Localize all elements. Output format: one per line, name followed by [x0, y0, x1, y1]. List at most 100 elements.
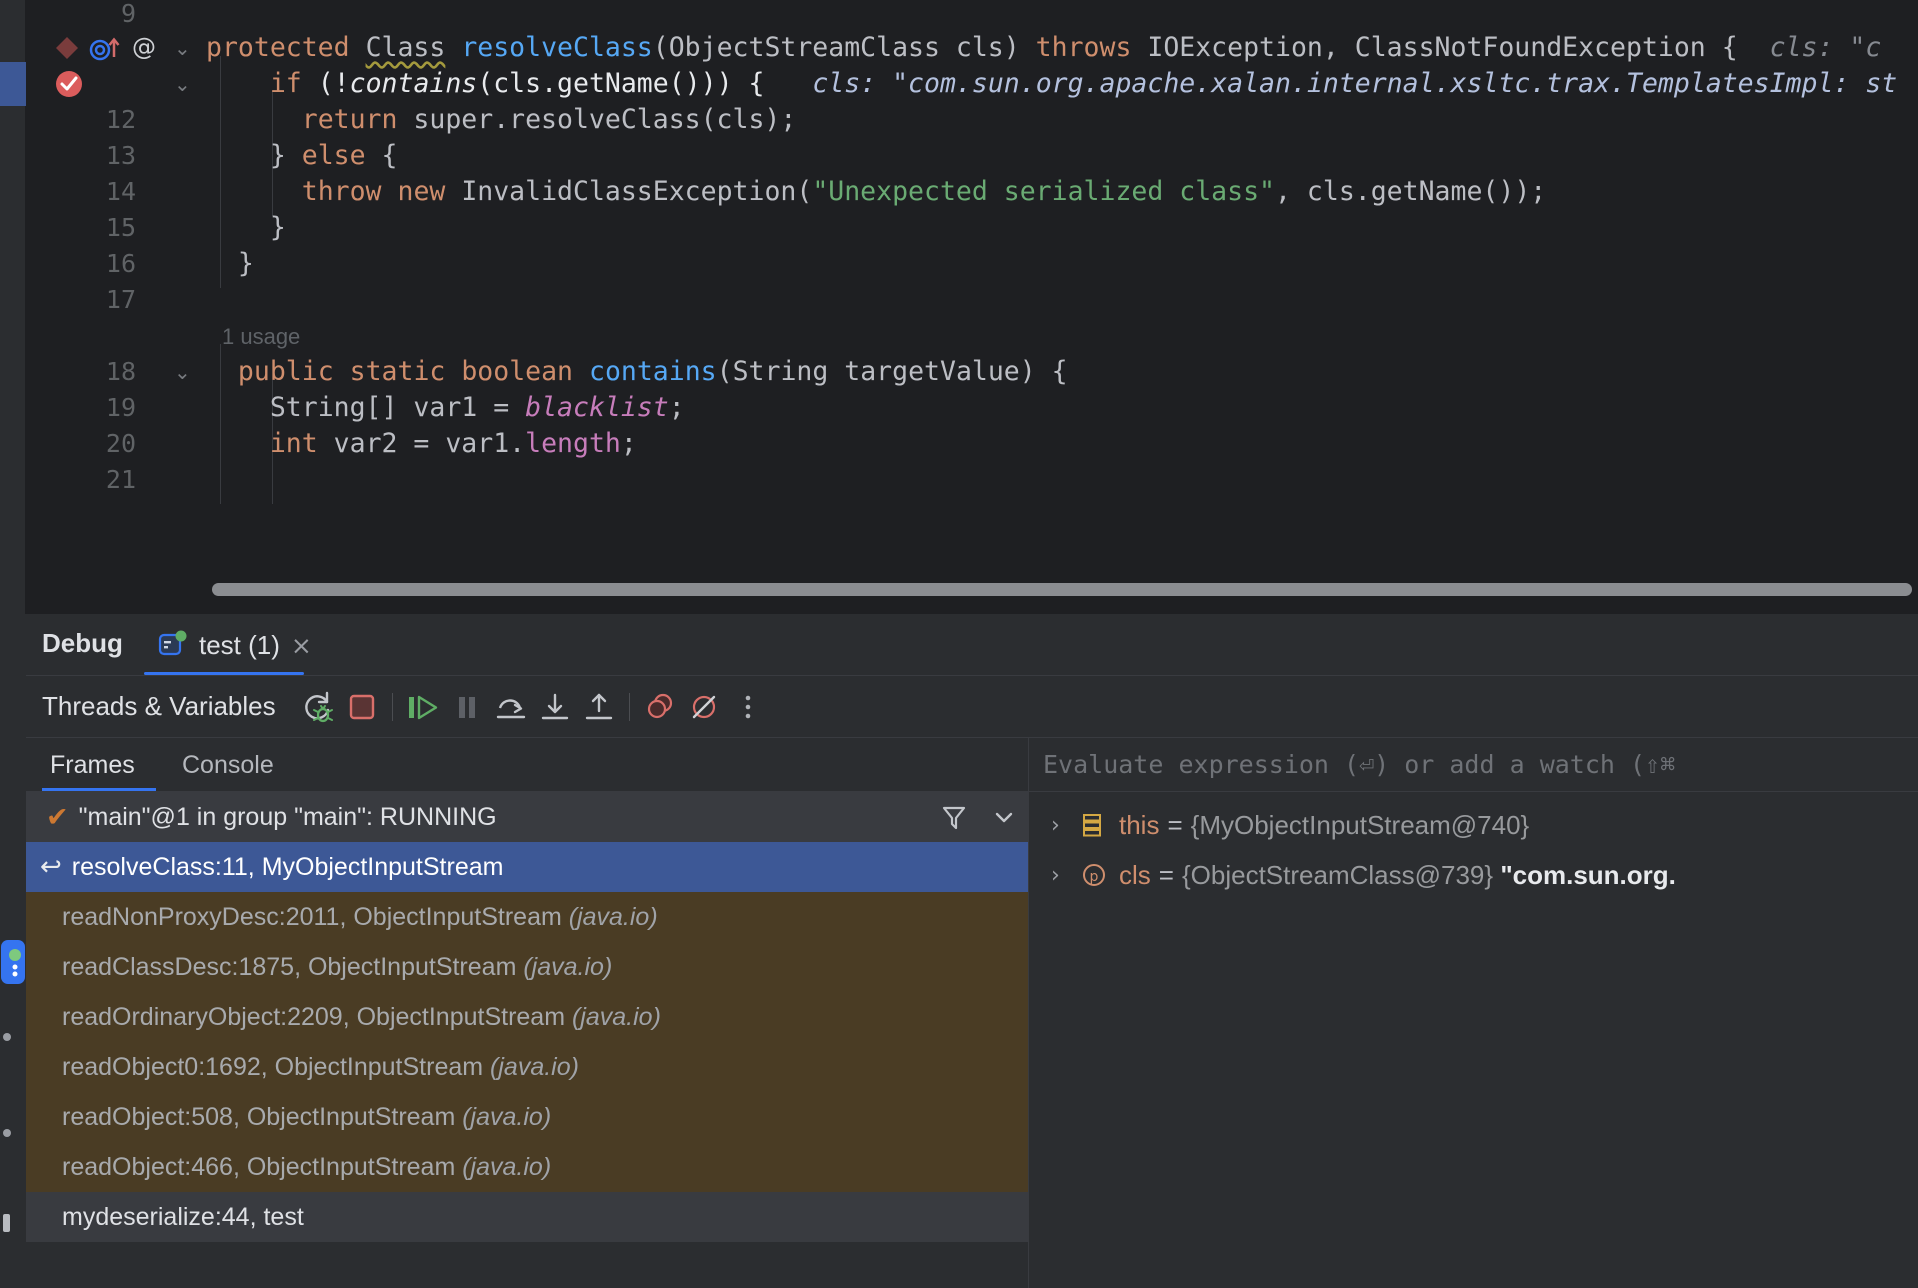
- parameter-icon: p: [1081, 862, 1119, 888]
- token-punct: }: [269, 212, 286, 243]
- code-text-area[interactable]: protected Class resolveClass(ObjectStrea…: [206, 0, 1918, 614]
- token-type: Class: [365, 32, 446, 63]
- token-rest: IOException, ClassNotFoundException {: [1131, 32, 1738, 63]
- variable-value: {ObjectStreamClass@739}: [1181, 859, 1494, 890]
- stop-button[interactable]: [340, 685, 384, 729]
- token-keyword: protected: [206, 32, 350, 63]
- filter-funnel-icon[interactable]: [940, 803, 968, 831]
- frame-label: readNonProxyDesc:2011, ObjectInputStream: [62, 902, 562, 931]
- rerun-debug-button[interactable]: [296, 685, 340, 729]
- variables-panel[interactable]: › this = {MyObjectInputStream@740} › p c…: [1029, 792, 1918, 1288]
- step-over-button[interactable]: [489, 685, 533, 729]
- token-punct: ;: [620, 428, 637, 459]
- frame-row[interactable]: readObject:508, ObjectInputStream (java.…: [26, 1092, 1028, 1142]
- debug-toolbar: Threads & Variables: [26, 676, 1918, 738]
- diamond-breakpoint-icon[interactable]: [54, 35, 80, 61]
- frame-package: (java.io): [490, 1052, 579, 1081]
- thread-selector[interactable]: ✔ "main"@1 in group "main": RUNNING: [26, 792, 1028, 842]
- frame-label: readObject:508, ObjectInputStream: [62, 1102, 456, 1131]
- frame-label: mydeserialize:44, test: [62, 1202, 304, 1231]
- frame-package: (java.io): [462, 1102, 552, 1131]
- frame-row[interactable]: readObject0:1692, ObjectInputStream (jav…: [26, 1042, 1028, 1092]
- expand-chevron-icon[interactable]: ›: [1051, 863, 1081, 888]
- terminal-tool-window-button[interactable]: [3, 1124, 24, 1142]
- code-line: }: [206, 242, 1918, 286]
- token-rest: (String targetValue) {: [716, 356, 1068, 387]
- frames-list[interactable]: ↩ resolveClass:11, MyObjectInputStream r…: [26, 842, 1028, 1288]
- overriding-method-icon[interactable]: [88, 35, 122, 61]
- frame-label: readObject:466, ObjectInputStream: [62, 1152, 456, 1181]
- token-rest: String[] var1 =: [269, 392, 526, 423]
- code-fold-toggle[interactable]: ⌄: [174, 350, 191, 394]
- token-rest: var2 = var1.: [317, 428, 526, 459]
- token-keyword: public: [237, 356, 334, 387]
- line-number: 17: [105, 285, 136, 314]
- chevron-down-icon[interactable]: [990, 803, 1018, 831]
- frame-row[interactable]: readNonProxyDesc:2011, ObjectInputStream…: [26, 892, 1028, 942]
- more-options-button[interactable]: [726, 685, 770, 729]
- breakpoint-verified-icon[interactable]: [54, 69, 84, 99]
- code-line: int var2 = var1.length;: [206, 422, 1918, 466]
- frame-label: readClassDesc:1875, ObjectInputStream: [62, 952, 517, 981]
- frame-label: resolveClass:11, MyObjectInputStream: [71, 852, 504, 881]
- pause-program-button[interactable]: [445, 685, 489, 729]
- frame-row[interactable]: readClassDesc:1875, ObjectInputStream (j…: [26, 942, 1028, 992]
- tab-console[interactable]: Console: [174, 738, 282, 792]
- token-params: (ObjectStreamClass cls): [652, 32, 1036, 63]
- close-icon[interactable]: ×: [291, 631, 312, 660]
- evaluate-expression-bar[interactable]: Evaluate expression (⏎) or add a watch (…: [1029, 738, 1918, 792]
- variable-name: this: [1119, 809, 1160, 840]
- tool-window-stripe[interactable]: [0, 614, 26, 1288]
- frame-row[interactable]: mydeserialize:44, test: [26, 1192, 1028, 1242]
- variable-value: {MyObjectInputStream@740}: [1190, 809, 1530, 840]
- svg-text:p: p: [1090, 869, 1099, 885]
- frame-package: (java.io): [568, 902, 658, 931]
- view-breakpoints-button[interactable]: [638, 685, 682, 729]
- debug-tab-bar: Debug test (1) ×: [26, 614, 1918, 676]
- frame-package: (java.io): [462, 1152, 552, 1181]
- frame-row[interactable]: readOrdinaryObject:2209, ObjectInputStre…: [26, 992, 1028, 1042]
- toolbar-separator: [391, 692, 393, 721]
- debug-session-tab-label: test (1): [199, 629, 280, 660]
- mute-breakpoints-button[interactable]: [682, 685, 726, 729]
- debug-sub-tabs: Frames Console: [26, 738, 1028, 792]
- step-out-button[interactable]: [577, 685, 621, 729]
- toolbar-separator: [628, 692, 630, 721]
- services-tool-window-button[interactable]: [3, 1212, 24, 1234]
- variable-string-value: "com.sun.org.: [1500, 859, 1676, 890]
- variable-row-this[interactable]: › this = {MyObjectInputStream@740}: [1029, 800, 1918, 850]
- debug-tool-window: Debug test (1) × Threads & Variables Fra…: [0, 614, 1918, 1288]
- variable-equals: =: [1158, 859, 1174, 890]
- token-method-call: contains: [349, 68, 478, 99]
- frame-row-selected[interactable]: ↩ resolveClass:11, MyObjectInputStream: [26, 842, 1028, 892]
- tab-frames[interactable]: Frames: [42, 738, 143, 792]
- token-keyword: else: [301, 140, 366, 171]
- active-sub-tab-indicator: [42, 788, 156, 791]
- line-number: 21: [105, 465, 136, 494]
- threads-and-variables-label: Threads & Variables: [42, 691, 276, 721]
- editor-gutter[interactable]: 9 12 13 14 15 16 17 18 19 20 21 @ ⌄ ⌄ ⌄: [26, 0, 206, 614]
- usage-hint[interactable]: 1 usage: [222, 324, 300, 349]
- frame-label: readOrdinaryObject:2209, ObjectInputStre…: [62, 1002, 566, 1031]
- inlay-hint: cls: "c: [1769, 32, 1882, 63]
- editor-horizontal-scrollbar[interactable]: [212, 583, 1918, 596]
- frame-label: readObject0:1692, ObjectInputStream: [62, 1052, 484, 1081]
- variable-row-cls[interactable]: › p cls = {ObjectStreamClass@739} "com.s…: [1029, 850, 1918, 900]
- annotation-icon[interactable]: @: [130, 34, 158, 62]
- token-rest: , cls.getName());: [1275, 176, 1547, 207]
- frame-row[interactable]: readObject:466, ObjectInputStream (java.…: [26, 1142, 1028, 1192]
- resume-program-button[interactable]: [401, 685, 445, 729]
- token-punct: ;: [668, 392, 685, 423]
- problems-tool-window-button[interactable]: [3, 1028, 24, 1046]
- expand-chevron-icon[interactable]: ›: [1051, 813, 1081, 838]
- scrollbar-thumb[interactable]: [212, 583, 1912, 596]
- token-punct: }: [237, 248, 254, 279]
- token-field: length: [525, 428, 621, 459]
- variable-equals: =: [1167, 809, 1183, 840]
- debug-session-tab[interactable]: test (1) ×: [144, 614, 326, 676]
- code-fold-toggle[interactable]: ⌄: [174, 62, 191, 106]
- step-into-button[interactable]: [533, 685, 577, 729]
- code-editor[interactable]: 9 12 13 14 15 16 17 18 19 20 21 @ ⌄ ⌄ ⌄ …: [0, 0, 1918, 614]
- debug-window-title: Debug: [42, 628, 123, 658]
- run-tool-window-button[interactable]: [1, 940, 25, 984]
